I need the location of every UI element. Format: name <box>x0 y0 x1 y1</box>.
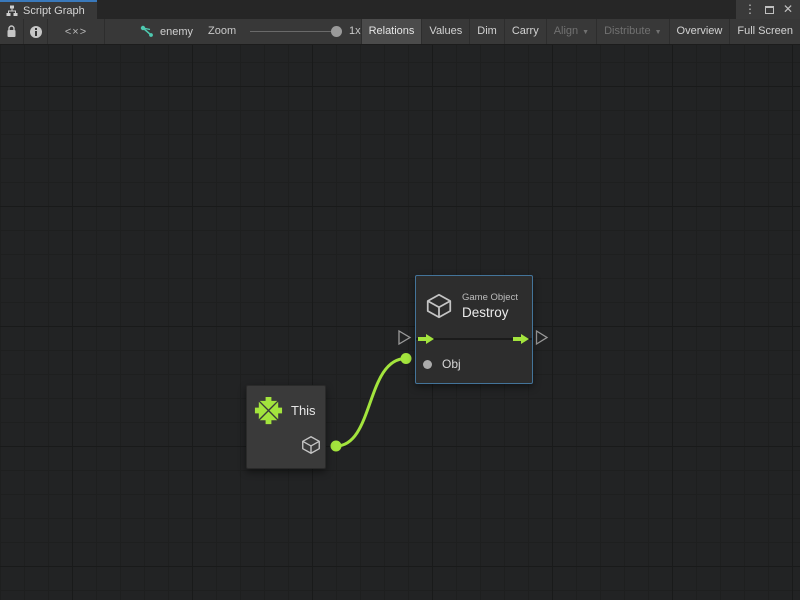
graph-name-label: enemy <box>160 26 193 38</box>
flow-input-port[interactable] <box>399 331 410 344</box>
graph-asset-icon <box>140 25 154 38</box>
obj-input-row: Obj <box>416 350 532 378</box>
chevron-down-icon: ▼ <box>582 20 589 45</box>
flow-in-arrow-icon[interactable] <box>418 333 435 345</box>
distribute-dropdown[interactable]: Distribute▼ <box>596 19 668 44</box>
tab-script-graph[interactable]: Script Graph <box>0 0 97 19</box>
window-menu-icon[interactable]: ⋮ <box>744 0 756 19</box>
graph-reference[interactable]: enemy <box>140 19 193 44</box>
info-icon <box>30 26 42 38</box>
flow-row <box>416 328 532 350</box>
node-title: This <box>291 403 316 418</box>
maximize-icon[interactable] <box>765 6 774 14</box>
code-toggle-icon: <×> <box>65 26 87 38</box>
zoom-value: 1x <box>349 19 361 44</box>
align-dropdown[interactable]: Align▼ <box>546 19 596 44</box>
node-title: Destroy <box>462 305 518 320</box>
full-screen-button[interactable]: Full Screen <box>729 19 800 44</box>
game-object-cube-icon <box>424 291 454 321</box>
graph-canvas[interactable]: This Game Object Dest <box>0 45 800 600</box>
window-controls: ⋮ ✕ <box>736 0 800 19</box>
toolbar-left-group: <×> <box>0 19 105 44</box>
script-graph-window: Script Graph ⋮ ✕ <×> <box>0 0 800 600</box>
flow-output-port[interactable] <box>537 331 548 344</box>
overview-button[interactable]: Overview <box>669 19 730 44</box>
connection-wire[interactable] <box>336 359 406 447</box>
lock-icon <box>6 25 17 38</box>
node-this[interactable]: This <box>246 385 326 469</box>
graph-hierarchy-icon <box>6 5 18 17</box>
tab-bar: Script Graph ⋮ ✕ <box>0 0 800 19</box>
graph-toolbar: <×> enemy Zoom 1x Relations Values Dim C… <box>0 19 800 45</box>
game-object-cube-icon <box>300 434 322 456</box>
close-icon[interactable]: ✕ <box>783 0 793 19</box>
connection-endpoint[interactable] <box>401 353 412 364</box>
this-output-port[interactable] <box>331 441 342 452</box>
carry-button[interactable]: Carry <box>504 19 546 44</box>
chevron-down-icon: ▼ <box>655 20 662 45</box>
values-button[interactable]: Values <box>421 19 469 44</box>
flow-out-arrow-icon[interactable] <box>513 333 530 345</box>
info-button[interactable] <box>24 19 48 44</box>
toolbar-right-group: Relations Values Dim Carry Align▼ Distri… <box>361 19 800 44</box>
node-destroy[interactable]: Game Object Destroy Obj <box>415 275 533 384</box>
node-category: Game Object <box>462 292 518 303</box>
dim-button[interactable]: Dim <box>469 19 504 44</box>
code-toggle-button[interactable]: <×> <box>48 19 105 44</box>
this-self-icon <box>253 395 284 426</box>
zoom-slider-handle[interactable] <box>331 26 342 37</box>
obj-port-label: Obj <box>442 357 461 371</box>
obj-port[interactable] <box>423 360 432 369</box>
tab-title: Script Graph <box>23 5 85 17</box>
connection-layer <box>0 45 800 600</box>
zoom-slider-track[interactable] <box>250 31 338 32</box>
relations-button[interactable]: Relations <box>361 19 422 44</box>
lock-button[interactable] <box>0 19 24 44</box>
zoom-label: Zoom <box>208 19 236 44</box>
